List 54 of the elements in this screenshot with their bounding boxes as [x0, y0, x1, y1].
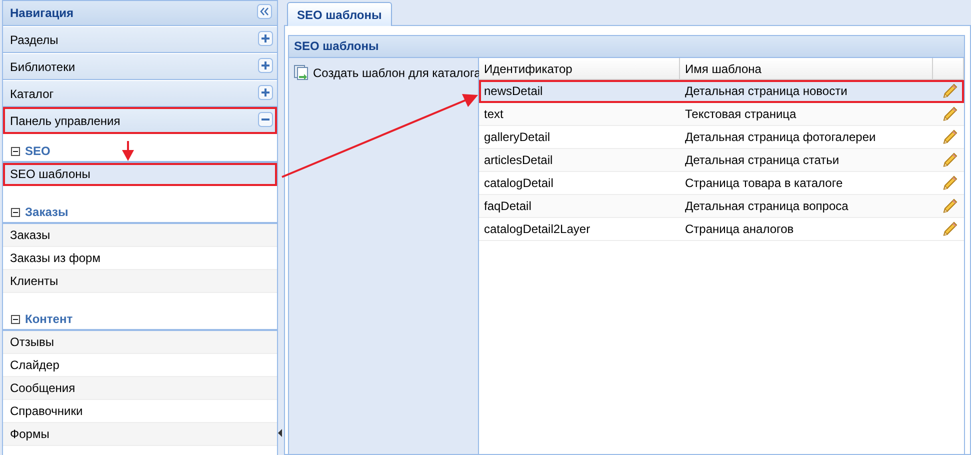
table-cell-text: faqDetail [483, 199, 532, 213]
table-row[interactable]: catalogDetail2Layer Страница аналогов [479, 218, 964, 241]
create-template-button[interactable]: Создать шаблон для каталога [313, 66, 481, 80]
table-cell-text: Текстовая страница [684, 107, 798, 121]
collapse-icon[interactable] [11, 208, 20, 216]
table-row[interactable]: faqDetail Детальная страница вопроса [479, 195, 964, 218]
accordion-header[interactable]: Каталог [3, 80, 277, 107]
table-cell-text: newsDetail [483, 84, 544, 98]
group-title: Заказы [25, 205, 68, 219]
table-cell-text: articlesDetail [483, 153, 554, 167]
accordion-header[interactable]: Библиотеки [3, 53, 277, 80]
menu-item[interactable]: Сообщения [3, 377, 277, 400]
table-cell-text: text [483, 107, 504, 121]
table-cell-text: catalogDetail [483, 176, 554, 190]
minus-icon[interactable] [258, 112, 273, 130]
table-cell-text: Детальная страница фотогалереи [684, 130, 877, 144]
collapse-icon[interactable] [11, 314, 20, 324]
group-title: SEO [25, 144, 50, 158]
panel-title: SEO шаблоны [289, 36, 964, 58]
pencil-icon[interactable] [942, 106, 958, 122]
table-row[interactable]: text Текстовая страница [479, 103, 964, 126]
collapse-button[interactable] [257, 4, 272, 22]
pencil-icon[interactable] [942, 152, 958, 168]
plus-icon[interactable] [258, 84, 273, 102]
pencil-icon[interactable] [942, 129, 958, 145]
accordion-header[interactable]: Разделы [3, 26, 277, 53]
tab[interactable]: SEO шаблоны [287, 2, 392, 26]
menu-item[interactable]: Отзывы [3, 331, 277, 354]
collapse-icon[interactable] [11, 146, 20, 156]
table-cell-text: Страница товара в каталоге [684, 176, 844, 190]
table-row[interactable]: newsDetail Детальная страница новости [479, 80, 964, 103]
pencil-icon[interactable] [942, 175, 958, 191]
annotation-arrow [122, 141, 134, 161]
pencil-icon[interactable] [942, 198, 958, 214]
table-cell-text: Детальная страница новости [684, 84, 848, 98]
menu-item[interactable]: Заказы [3, 224, 277, 247]
table-cell-text: galleryDetail [483, 130, 552, 144]
group-title: Контент [25, 312, 73, 326]
pencil-icon[interactable] [942, 83, 958, 99]
menu-item[interactable]: Формы [3, 423, 277, 446]
document-add-icon[interactable] [293, 64, 310, 81]
table-cell-text: catalogDetail2Layer [483, 222, 592, 236]
plus-icon[interactable] [258, 30, 273, 48]
table-cell-text: Страница аналогов [684, 222, 795, 236]
table-cell-text: Детальная страница вопроса [684, 199, 850, 213]
pencil-icon[interactable] [942, 221, 958, 237]
table-cell-text: Детальная страница статьи [684, 153, 840, 167]
collapse-arrow-icon[interactable] [278, 429, 283, 437]
plus-icon[interactable] [258, 58, 273, 76]
navigation-title: Навигация [10, 6, 74, 20]
accordion-header[interactable]: Панель управления [3, 107, 277, 134]
table-row[interactable]: articlesDetail Детальная страница статьи [479, 149, 964, 172]
menu-item[interactable]: SEO шаблоны [3, 163, 277, 186]
menu-item[interactable]: Клиенты [3, 270, 277, 293]
